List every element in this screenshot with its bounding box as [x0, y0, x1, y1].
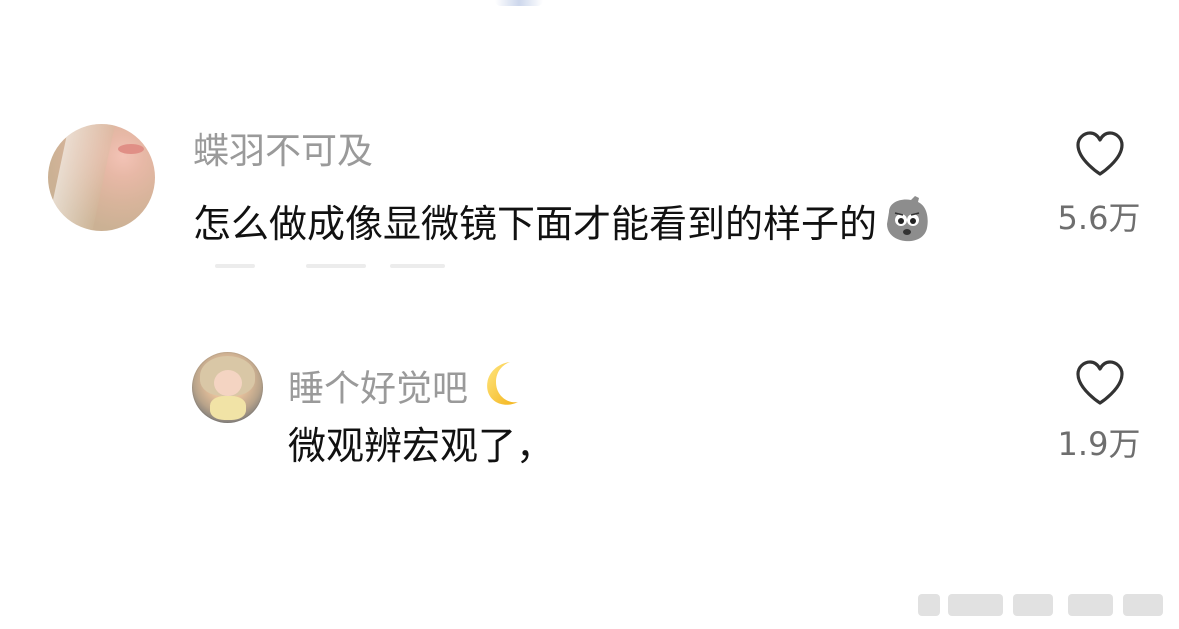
comment-text-body: 怎么做成像显微镜下面才能看到的样子的	[193, 202, 878, 246]
faint-fragment	[390, 264, 445, 268]
like-count: 5.6万	[1057, 199, 1141, 237]
avatar-hair-shape	[48, 124, 117, 231]
sad-face-emoji-icon	[881, 192, 933, 253]
heart-outline-icon[interactable]	[1074, 130, 1126, 182]
comment-text: 微观辨宏观了，	[288, 424, 555, 468]
like-count: 1.9万	[1057, 425, 1141, 463]
faint-fragment	[306, 264, 366, 268]
avatar[interactable]	[192, 352, 263, 423]
comment-text: 怎么做成像显微镜下面才能看到的样子的	[193, 196, 933, 257]
comment-username[interactable]: 睡个好觉吧	[288, 360, 524, 421]
avatar-plush-shape	[210, 396, 246, 420]
comment-username-text: 睡个好觉吧	[288, 368, 469, 410]
top-cutoff-fragment	[495, 0, 543, 6]
avatar-lip-shape	[118, 144, 144, 154]
avatar[interactable]	[48, 124, 155, 231]
crescent-moon-emoji-icon	[472, 358, 524, 419]
watermark	[918, 588, 1168, 622]
comment-username[interactable]: 蝶羽不可及	[193, 132, 373, 172]
avatar-face-shape	[214, 370, 242, 396]
faint-fragment	[215, 264, 255, 268]
heart-outline-icon[interactable]	[1074, 359, 1126, 411]
